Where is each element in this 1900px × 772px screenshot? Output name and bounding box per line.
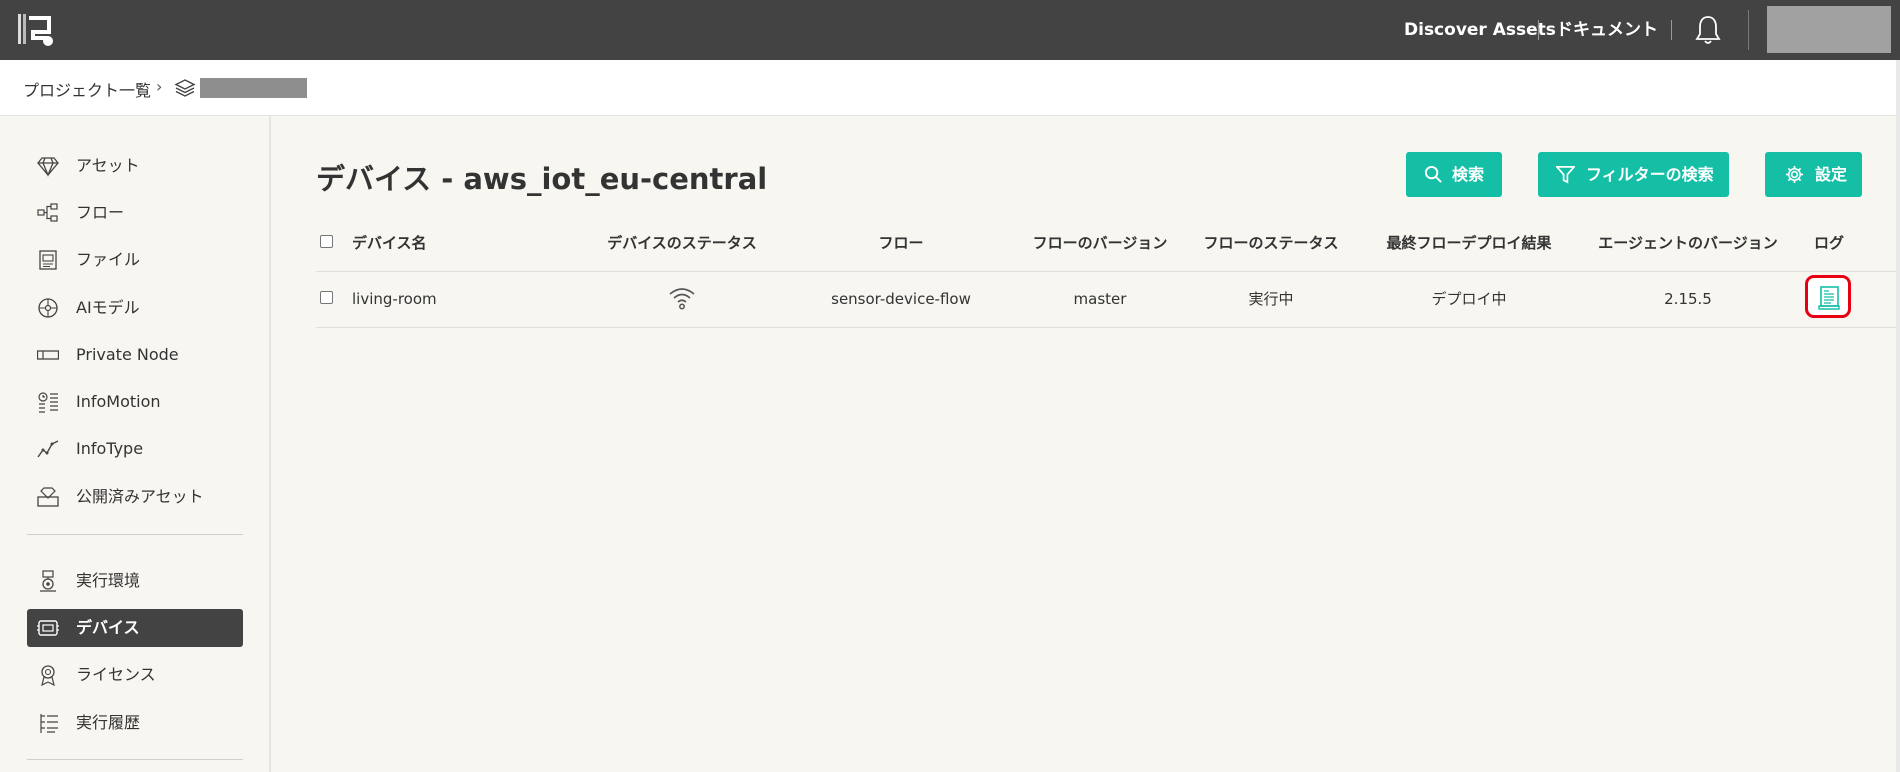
log-icon [1818,286,1840,310]
filter-search-button-label: フィルターの検索 [1586,165,1714,184]
search-button-label: 検索 [1452,165,1485,184]
user-menu[interactable] [1767,6,1891,53]
documents-link[interactable]: ドキュメント [1556,0,1658,60]
column-header-flow-status[interactable]: フローのステータス [1203,232,1338,254]
column-header-last-deploy-result[interactable]: 最終フローデプロイ結果 [1386,232,1551,254]
sidebar-item-label: デバイス [76,618,140,637]
ai-model-icon [38,298,58,318]
flow-cell: sensor-device-flow [831,290,971,308]
top-separator [1671,20,1672,40]
sidebar-item-label: アセット [76,156,140,175]
sidebar: アセット フロー ファイル AIモデル Private Node InfoMot… [0,116,271,772]
layers-icon [174,79,196,97]
gem-icon [37,157,59,177]
column-header-device-status[interactable]: デバイスのステータス [607,232,757,254]
bell-icon[interactable] [1692,14,1724,46]
column-header-flow-version[interactable]: フローのバージョン [1033,232,1168,254]
table-header-divider [316,271,1896,272]
breadcrumb-projects-link[interactable]: プロジェクト一覧 [23,77,151,101]
sidebar-item-label: フロー [76,203,125,222]
filter-search-button[interactable]: フィルターの検索 [1538,152,1729,197]
runtime-icon [40,570,56,592]
agent-version-cell: 2.15.5 [1664,290,1712,308]
sidebar-divider [27,534,243,535]
sidebar-divider [27,759,243,760]
filter-icon [1556,166,1575,184]
sidebar-item-label: InfoMotion [76,392,161,411]
history-icon [40,714,58,733]
sidebar-item-label: ライセンス [76,665,156,684]
published-assets-icon [37,487,59,507]
sidebar-item-label: 実行履歴 [76,713,141,732]
breadcrumb-separator: › [156,77,163,96]
infotype-icon [37,440,59,458]
sidebar-item-published-assets[interactable]: 公開済みアセット [27,478,243,516]
sidebar-item-assets[interactable]: アセット [27,147,243,185]
flow-status-cell: 実行中 [1248,290,1294,308]
settings-button-label: 設定 [1815,165,1848,184]
infomotion-icon [38,392,58,413]
last-deploy-result-cell: デプロイ中 [1431,290,1507,308]
search-button[interactable]: 検索 [1406,152,1502,197]
private-node-icon [37,350,59,360]
sidebar-item-label: ファイル [76,250,141,269]
scrollbar[interactable] [1896,60,1900,772]
sidebar-item-flow[interactable]: フロー [27,194,243,232]
sidebar-item-runtime[interactable]: 実行環境 [27,562,243,600]
select-all-checkbox[interactable] [320,235,333,248]
flow-version-cell: master [1073,290,1127,308]
page-title: デバイス - aws_iot_eu-central [316,162,768,196]
log-button[interactable] [1805,275,1851,318]
wifi-icon [669,288,695,310]
sidebar-item-licenses[interactable]: ライセンス [27,656,243,694]
search-icon [1424,165,1442,183]
sidebar-item-history[interactable]: 実行履歴 [27,704,243,742]
sidebar-item-ai-models[interactable]: AIモデル [27,289,243,327]
device-icon [37,620,59,636]
top-separator [1748,10,1749,50]
breadcrumb: プロジェクト一覧 › [0,60,1900,116]
sidebar-item-infomotion[interactable]: InfoMotion [27,383,243,421]
sidebar-item-infotype[interactable]: InfoType [27,430,243,468]
sidebar-item-devices[interactable]: デバイス [27,609,243,647]
sidebar-item-label: 公開済みアセット [76,487,204,506]
logo-icon[interactable] [17,12,57,48]
sidebar-item-files[interactable]: ファイル [27,241,243,279]
sidebar-item-label: InfoType [76,439,144,458]
file-icon [39,250,57,270]
column-header-agent-version[interactable]: エージェントのバージョン [1598,232,1777,254]
sidebar-item-label: Private Node [76,345,179,364]
column-header-flow[interactable]: フロー [878,232,923,254]
license-icon [41,665,55,686]
sidebar-item-private-node[interactable]: Private Node [27,336,243,374]
sidebar-item-label: AIモデル [76,298,140,317]
settings-button[interactable]: 設定 [1765,152,1862,197]
gear-icon [1785,165,1804,184]
flow-icon [37,203,58,222]
column-header-device-name[interactable]: デバイス名 [352,232,427,254]
breadcrumb-project-name[interactable] [200,78,307,98]
table-row-divider [316,327,1896,328]
row-checkbox[interactable] [320,291,333,304]
sidebar-item-label: 実行環境 [76,571,141,590]
column-header-log[interactable]: ログ [1814,232,1844,254]
top-separator [1538,20,1539,40]
top-bar: Discover Assets ドキュメント [0,0,1900,60]
device-name-cell[interactable]: living-room [352,288,437,310]
discover-assets-link[interactable]: Discover Assets [1404,0,1556,60]
